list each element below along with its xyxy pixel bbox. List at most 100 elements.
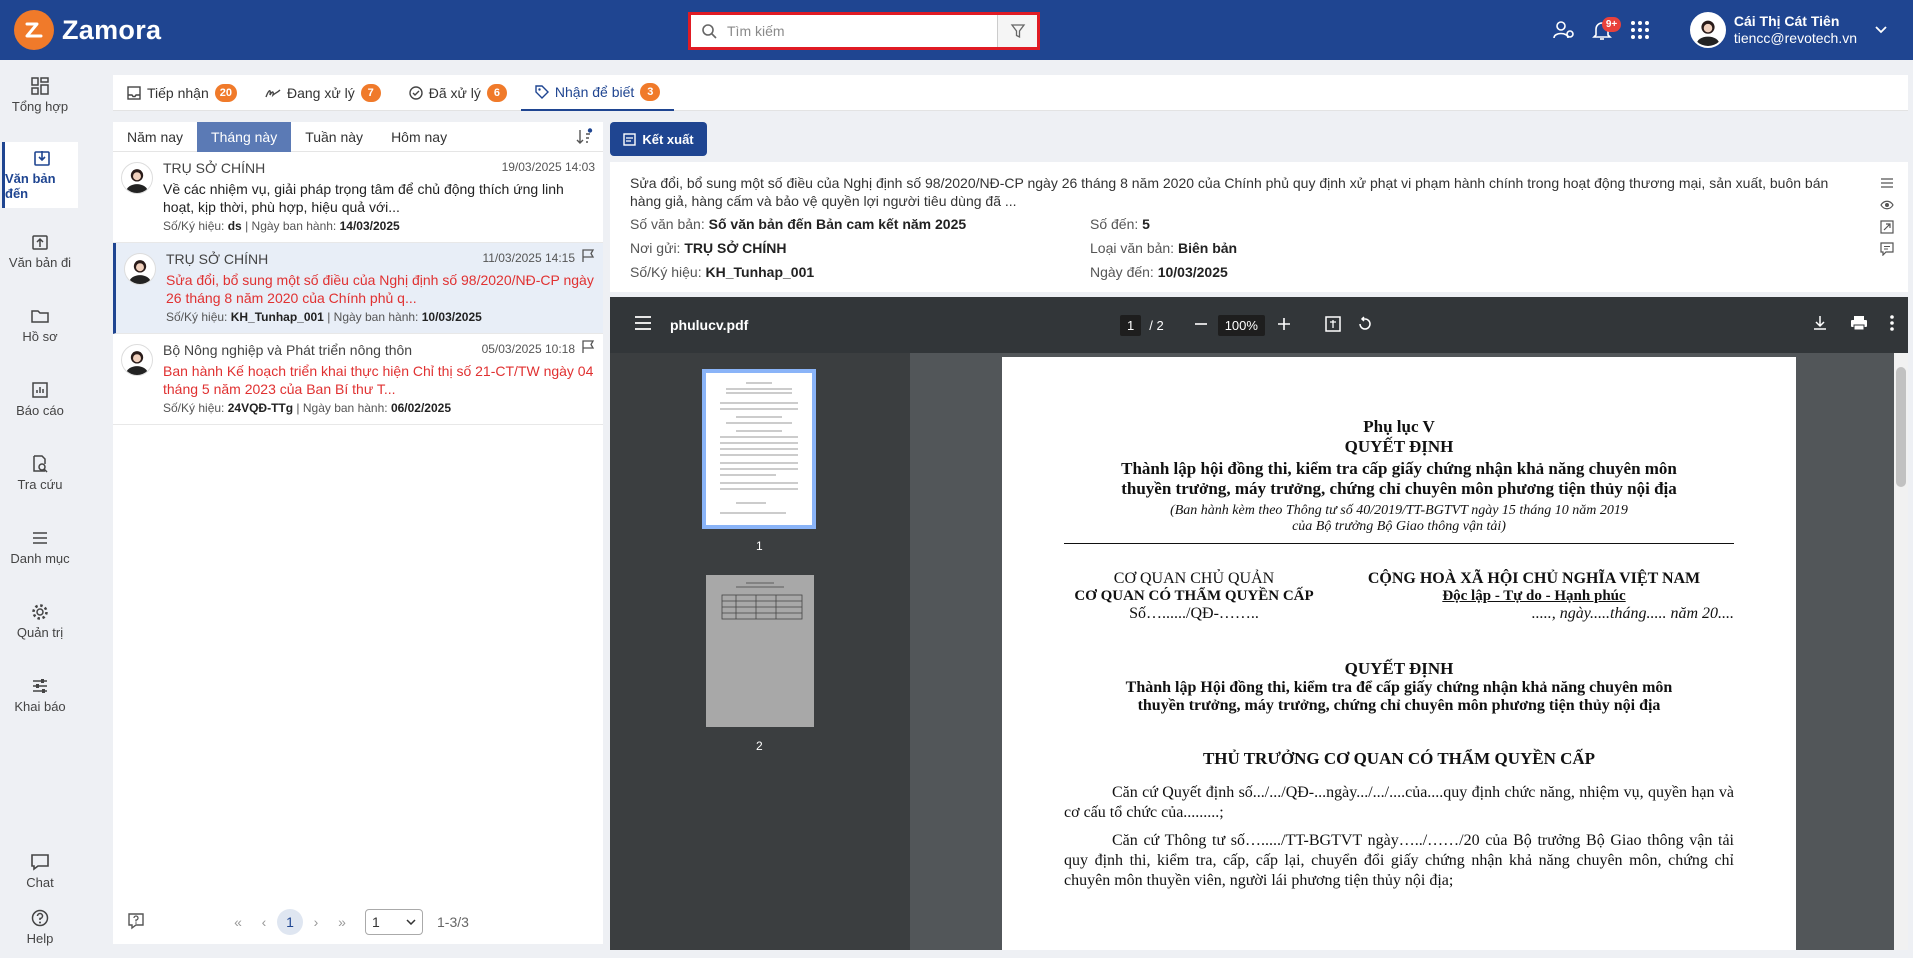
folder-icon (31, 309, 49, 323)
tab-tiep-nhan[interactable]: Tiếp nhận 20 (113, 75, 251, 111)
prev-page-button[interactable]: ‹ (251, 909, 277, 935)
lookup-icon (33, 454, 48, 473)
pdf-thumbnails: 1 2 (610, 353, 910, 950)
page-number[interactable]: 1 (277, 909, 303, 935)
thumbnail-label: 2 (756, 739, 763, 753)
zoom-level[interactable]: 100% (1217, 314, 1265, 336)
detail-so-den: Số đến: 5 (1090, 216, 1150, 232)
user-settings-icon[interactable] (1546, 12, 1582, 48)
filter-button[interactable] (997, 15, 1037, 47)
doc-paragraph: Căn cứ Thông tư số…...../TT-BGTVT ngày….… (1064, 832, 1734, 889)
doc-heading: thuyền trưởng, máy trưởng, chứng chỉ chu… (1121, 479, 1677, 498)
sidebar-item-khai-bao[interactable]: Khai báo (2, 664, 78, 726)
doc-heading: QUYẾT ĐỊNH (1344, 659, 1454, 678)
print-icon[interactable] (1850, 315, 1868, 336)
sidebar-item-tong-hop[interactable]: Tổng hợp (2, 64, 78, 126)
doc-heading: QUYẾT ĐỊNH (1344, 437, 1454, 456)
sidebar-item-help[interactable]: Help (2, 896, 78, 958)
sidebar-item-danh-muc[interactable]: Danh mục (2, 516, 78, 578)
sidebar-item-bao-cao[interactable]: Báo cáo (2, 368, 78, 430)
next-page-button[interactable]: › (303, 909, 329, 935)
dashboard-icon (31, 76, 49, 95)
help-icon (31, 909, 49, 926)
tray-icon (127, 86, 141, 100)
help-doc-icon[interactable] (127, 912, 145, 933)
export-icon (623, 132, 637, 146)
first-page-button[interactable]: « (225, 909, 251, 935)
apps-grid-icon[interactable] (1622, 12, 1658, 48)
page-size-select[interactable]: 1 (365, 909, 423, 935)
sidebar-item-van-ban-den[interactable]: Văn bản đến (2, 142, 78, 208)
list-item-selected[interactable]: TRỤ SỞ CHÍNH 11/03/2025 14:15 Sửa đổi, b… (113, 243, 603, 334)
doc-motto: CỘNG HOÀ XÃ HỘI CHỦ NGHĨA VIỆT NAM (1367, 570, 1701, 587)
list-view-icon[interactable] (1880, 172, 1894, 194)
pagination: « ‹ 1 › » 1 1-3/3 (113, 900, 603, 944)
notification-bell-icon[interactable]: 9+ (1584, 12, 1622, 48)
check-circle-icon (409, 86, 423, 100)
pdf-page-input[interactable]: 1 (1120, 314, 1142, 336)
list-item[interactable]: Bộ Nông nghiệp và Phát triển nông thôn 0… (113, 334, 603, 425)
sidebar-item-ho-so[interactable]: Hồ sơ (2, 294, 78, 356)
inbox-in-icon (33, 151, 50, 166)
divider (1064, 543, 1734, 544)
expand-icon[interactable] (1880, 216, 1894, 238)
doc-motto: Độc lập - Tự do - Hạnh phúc (1442, 588, 1626, 604)
doc-date-line: ....., ngày.....tháng..... năm 20.... (1531, 605, 1734, 622)
app-logo[interactable]: Zamora (14, 10, 161, 50)
comment-icon[interactable] (1880, 238, 1894, 260)
tab-nhan-de-biet[interactable]: Nhận để biết 3 (520, 75, 675, 111)
doc-heading: Phụ lục V (1363, 417, 1435, 436)
notification-badge: 9+ (1601, 17, 1622, 32)
tab-dang-xu-ly[interactable]: Đang xử lý 7 (251, 75, 395, 111)
rotate-icon[interactable] (1357, 315, 1373, 335)
tabs: Tiếp nhận 20 Đang xử lý 7 Đã xử lý 6 Nhậ… (113, 75, 675, 111)
list-icon (33, 531, 47, 544)
export-button[interactable]: Kết xuất (610, 122, 707, 156)
doc-subheading: (Ban hành kèm theo Thông tư số 40/2019/T… (1170, 503, 1628, 518)
pdf-scrollbar[interactable] (1894, 353, 1908, 950)
filter-icon (1010, 24, 1025, 39)
doc-number: Số…....../QĐ-…….. (1129, 605, 1259, 622)
zoom-out-icon[interactable] (1194, 317, 1208, 334)
flag-icon[interactable] (581, 340, 595, 359)
sidebar-item-van-ban-di[interactable]: Văn bản đi (2, 220, 78, 282)
fit-page-icon[interactable] (1325, 315, 1341, 335)
doc-title: Về các nhiệm vụ, giải pháp trọng tâm để … (163, 181, 564, 215)
zoom-in-icon[interactable] (1277, 317, 1291, 334)
sidebar-item-quan-tri[interactable]: Quản trị (2, 590, 78, 652)
user-menu[interactable]: Cái Thị Cát Tiên tiencc@revotech.vn (1689, 12, 1887, 48)
user-name: Cái Thị Cát Tiên (1733, 13, 1840, 29)
search-input[interactable] (691, 16, 997, 46)
thumbnail-page-2[interactable] (706, 575, 814, 727)
document-list-panel: Năm nay Tháng này Tuần này Hôm nay TRỤ S… (113, 121, 603, 944)
outbox-icon (32, 234, 48, 250)
doc-agency: CƠ QUAN CÓ THẨM QUYỀN CẤP (1074, 588, 1314, 604)
list-item[interactable]: TRỤ SỞ CHÍNH 19/03/2025 14:03 Về các nhi… (113, 152, 603, 243)
detail-noi-gui: Nơi gửi: TRỤ SỞ CHÍNH (630, 240, 787, 256)
tab-da-xu-ly[interactable]: Đã xử lý 6 (395, 75, 521, 111)
sort-icon[interactable] (575, 128, 593, 151)
period-tab-tuan-nay[interactable]: Tuần này (291, 122, 377, 152)
doc-heading: Thành lập hội đồng thi, kiểm tra cấp giấ… (1121, 459, 1677, 478)
menu-icon[interactable] (634, 315, 652, 335)
detail-loai-van-ban: Loại văn bản: Biên bản (1090, 240, 1238, 256)
sender-avatar (124, 253, 156, 285)
document-detail: Sửa đổi, bổ sung một số điều của Nghị đị… (610, 162, 1908, 292)
detail-so-van-ban: Số văn bản: Số văn bản đến Bản cam kết n… (630, 216, 967, 232)
flag-icon[interactable] (581, 249, 595, 268)
sidebar-item-tra-cuu[interactable]: Tra cứu (2, 442, 78, 504)
download-icon[interactable] (1812, 315, 1828, 336)
period-tab-hom-nay[interactable]: Hôm nay (377, 122, 461, 152)
thumbnail-page-1[interactable] (702, 369, 816, 529)
detail-ngay-den: Ngày đến: 10/03/2025 (1090, 264, 1228, 280)
period-tab-thang-nay[interactable]: Tháng này (197, 121, 292, 152)
tab-count: 7 (360, 84, 381, 102)
tab-count: 6 (486, 84, 507, 102)
sidebar-item-chat[interactable]: Chat (2, 840, 78, 902)
last-page-button[interactable]: » (329, 909, 355, 935)
eye-icon[interactable] (1880, 194, 1894, 216)
pdf-toolbar: phulucv.pdf 1 / 2 100% (610, 297, 1908, 353)
report-icon (32, 381, 48, 398)
more-vertical-icon[interactable] (1890, 314, 1894, 336)
period-tab-nam-nay[interactable]: Năm nay (113, 122, 197, 152)
